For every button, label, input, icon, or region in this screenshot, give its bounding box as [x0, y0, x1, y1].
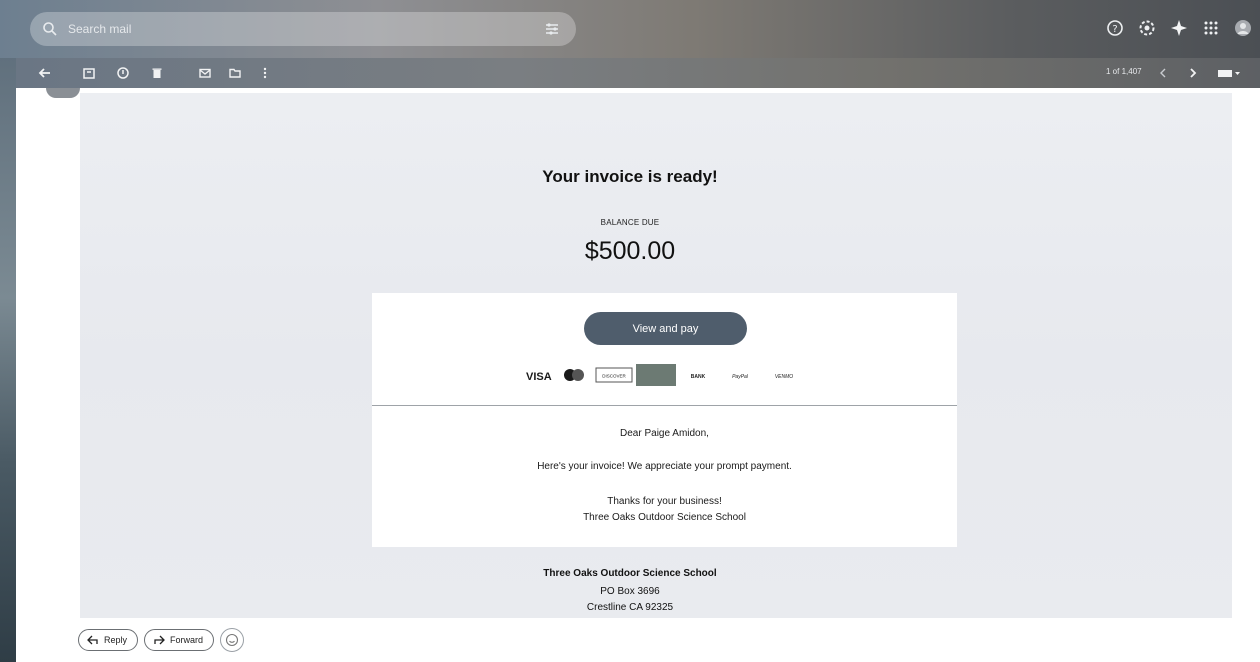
apps-grid-icon[interactable] — [1202, 19, 1220, 37]
thanks-text: Thanks for your business! — [607, 496, 722, 507]
venmo-logo: VENMO — [775, 374, 793, 380]
top-bar: ? — [0, 0, 1260, 58]
sparkle-icon[interactable] — [1170, 19, 1188, 37]
paypal-logo: PayPal — [732, 374, 749, 380]
greeting-text: Dear Paige Amidon, — [620, 428, 709, 439]
archive-icon[interactable] — [82, 66, 96, 80]
reply-arrow-icon — [87, 635, 98, 645]
visa-logo: VISA — [526, 371, 552, 383]
newer-chevron-icon[interactable] — [1156, 66, 1170, 80]
amex-logo — [636, 364, 676, 386]
smiley-icon — [225, 633, 239, 647]
svg-text:?: ? — [1112, 24, 1117, 35]
balance-due-label: BALANCE DUE — [600, 218, 660, 227]
footer-company: Three Oaks Outdoor Science School — [543, 568, 717, 579]
balance-due-amount: $500.00 — [584, 237, 676, 265]
emoji-reaction-button[interactable] — [220, 628, 245, 652]
bank-logo: BANK — [691, 374, 706, 380]
more-options-icon[interactable] — [258, 66, 272, 80]
report-spam-icon[interactable] — [116, 66, 130, 80]
pagination-count: 1 of 1,407 — [1106, 67, 1142, 76]
payment-method-logos: VISA DISCOVER BANK PayPal VENMO — [526, 364, 793, 386]
message-text: Here's your invoice! We appreciate your … — [537, 461, 792, 472]
forward-button[interactable]: Forward — [144, 629, 215, 651]
input-tools-icon[interactable] — [1216, 66, 1242, 80]
search-options-icon[interactable] — [544, 21, 560, 37]
footer-address-line1: PO Box 3696 — [600, 586, 660, 597]
search-input[interactable] — [66, 21, 510, 37]
reply-button[interactable]: Reply — [78, 629, 139, 651]
account-avatar-icon[interactable] — [1234, 19, 1252, 37]
sender-avatar — [46, 88, 80, 98]
older-chevron-icon[interactable] — [1186, 66, 1200, 80]
signoff-text: Three Oaks Outdoor Science School — [583, 512, 746, 523]
footer-address-line2: Crestline CA 92325 — [586, 602, 674, 613]
view-and-pay-button[interactable]: View and pay — [584, 312, 747, 345]
message-actions: Reply Forward — [78, 628, 245, 652]
delete-icon[interactable] — [150, 66, 164, 80]
help-icon[interactable]: ? — [1106, 19, 1124, 37]
invoice-heading: Your invoice is ready! — [542, 167, 718, 186]
svg-text:DISCOVER: DISCOVER — [602, 374, 626, 379]
search-icon — [43, 22, 57, 36]
window-edge — [0, 0, 16, 662]
search-bar[interactable] — [30, 12, 576, 46]
move-to-icon[interactable] — [228, 66, 242, 80]
card-divider — [372, 405, 957, 406]
mark-unread-icon[interactable] — [198, 66, 212, 80]
settings-icon[interactable] — [1138, 19, 1156, 37]
forward-label: Forward — [170, 635, 204, 645]
forward-arrow-icon — [154, 635, 165, 645]
invoice-card: View and pay VISA DISCOVER BANK PayPal V… — [372, 293, 957, 547]
back-arrow-icon[interactable] — [38, 66, 52, 80]
reply-label: Reply — [104, 635, 128, 645]
mastercard-logo — [564, 369, 584, 381]
message-toolbar: 1 of 1,407 — [16, 58, 1260, 88]
